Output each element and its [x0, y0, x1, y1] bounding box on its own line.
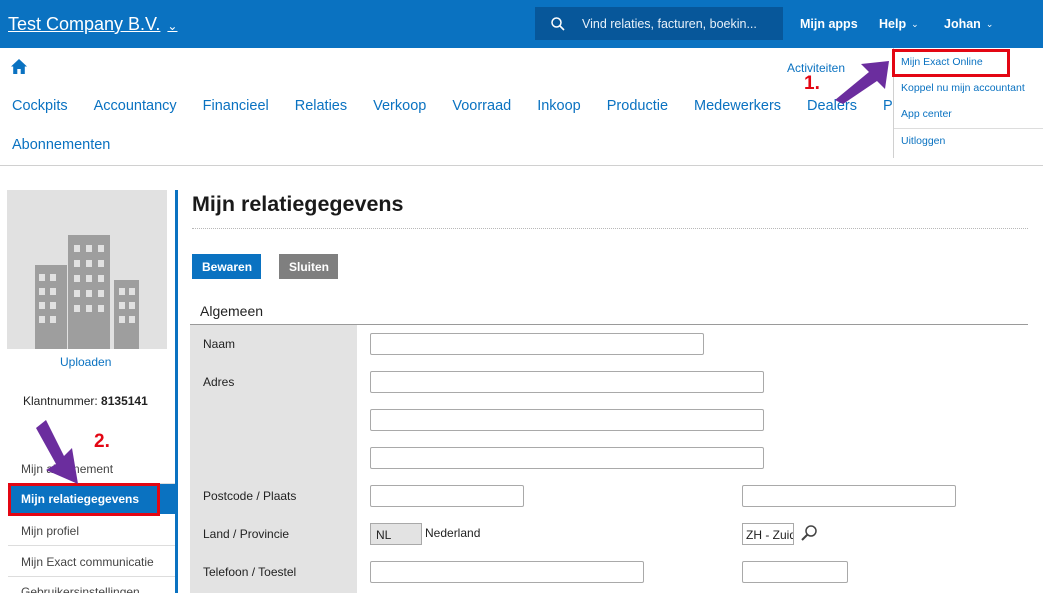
search-placeholder: Vind relaties, facturen, boekin...: [582, 16, 757, 31]
label-country-province: Land / Provincie: [203, 527, 290, 541]
company-logo-placeholder: [7, 190, 167, 349]
help-label: Help: [879, 17, 907, 31]
company-switcher[interactable]: Test Company B.V. ⌄: [8, 14, 177, 35]
chevron-down-icon: ⌄: [911, 18, 919, 29]
menu-item-financieel[interactable]: Financieel: [203, 98, 269, 114]
save-button[interactable]: Bewaren: [192, 254, 261, 279]
menu-item-verkoop[interactable]: Verkoop: [373, 98, 426, 114]
section-header-algemeen: Algemeen: [200, 303, 264, 319]
upload-logo-link[interactable]: Uploaden: [60, 355, 111, 369]
close-button[interactable]: Sluiten: [279, 254, 338, 279]
chevron-down-icon: ⌄: [167, 18, 178, 33]
search-box[interactable]: Vind relaties, facturen, boekin...: [535, 7, 783, 40]
label-name: Naam: [203, 337, 236, 351]
my-apps-link[interactable]: Mijn apps: [800, 17, 858, 31]
page-title: Mijn relatiegegevens: [192, 192, 404, 216]
menu-item-accountancy[interactable]: Accountancy: [94, 98, 177, 114]
highlight-box-step1: [892, 49, 1010, 77]
my-apps-label: Mijn apps: [800, 17, 858, 31]
menu-item-abonnementen[interactable]: Abonnementen: [12, 137, 110, 153]
highlight-box-step2: [8, 483, 160, 516]
title-divider: [192, 228, 1028, 229]
step-1-annotation: 1.: [804, 73, 820, 94]
label-phone-extension: Telefoon / Toestel: [203, 565, 297, 579]
sidebar-item-exact-communicatie[interactable]: Mijn Exact communicatie: [8, 547, 175, 577]
menu-item-cockpits[interactable]: Cockpits: [12, 98, 68, 114]
extension-field[interactable]: [742, 561, 848, 583]
postcode-field[interactable]: [370, 485, 524, 507]
arrow-icon: [835, 61, 889, 104]
address-line3-field[interactable]: [370, 447, 764, 469]
label-column: [190, 325, 357, 593]
sidebar-item-gebruikersinstellingen[interactable]: Gebruikersinstellingen: [8, 577, 175, 593]
dropdown-item-uitloggen[interactable]: Uitloggen: [901, 135, 945, 147]
user-name: Johan: [944, 17, 981, 31]
sidebar-divider: [175, 190, 178, 593]
menu-item-productie[interactable]: Productie: [607, 98, 668, 114]
main-menu: Cockpits Accountancy Financieel Relaties…: [12, 98, 932, 114]
user-menu[interactable]: Johan ⌄: [944, 17, 993, 31]
address-line2-field[interactable]: [370, 409, 764, 431]
company-name: Test Company B.V.: [8, 14, 161, 34]
province-field[interactable]: ZH - Zuid-Holland: [742, 523, 794, 545]
help-menu[interactable]: Help ⌄: [879, 17, 919, 31]
menu-item-inkoop[interactable]: Inkoop: [537, 98, 581, 114]
address-line1-field[interactable]: [370, 371, 764, 393]
step-2-annotation: 2.: [94, 431, 110, 452]
dropdown-item-koppel-accountant[interactable]: Koppel nu mijn accountant: [901, 82, 1025, 94]
dropdown-divider: [894, 128, 1043, 129]
top-bar: Test Company B.V. ⌄ Vind relaties, factu…: [0, 0, 1043, 48]
customer-number-value: 8135141: [101, 394, 148, 408]
header-divider: [0, 165, 1043, 166]
sidebar-item-profiel[interactable]: Mijn profiel: [8, 516, 175, 546]
home-icon[interactable]: [10, 58, 28, 75]
magnifier-icon[interactable]: [800, 524, 818, 542]
building-icon: [35, 235, 139, 349]
customer-number-label: Klantnummer:: [23, 394, 98, 408]
name-field[interactable]: [370, 333, 704, 355]
country-code-field[interactable]: NL: [370, 523, 422, 545]
city-field[interactable]: [742, 485, 956, 507]
menu-item-voorraad[interactable]: Voorraad: [452, 98, 511, 114]
menu-item-relaties[interactable]: Relaties: [295, 98, 347, 114]
label-postcode-city: Postcode / Plaats: [203, 489, 297, 503]
phone-field[interactable]: [370, 561, 644, 583]
chevron-down-icon: ⌄: [985, 18, 994, 29]
country-name: Nederland: [425, 526, 481, 540]
label-address: Adres: [203, 375, 235, 389]
menu-item-medewerkers[interactable]: Medewerkers: [694, 98, 781, 114]
customer-number: Klantnummer: 8135141: [23, 394, 148, 408]
search-icon: [551, 16, 565, 31]
dropdown-item-app-center[interactable]: App center: [901, 108, 952, 120]
arrow-icon: [36, 420, 78, 484]
